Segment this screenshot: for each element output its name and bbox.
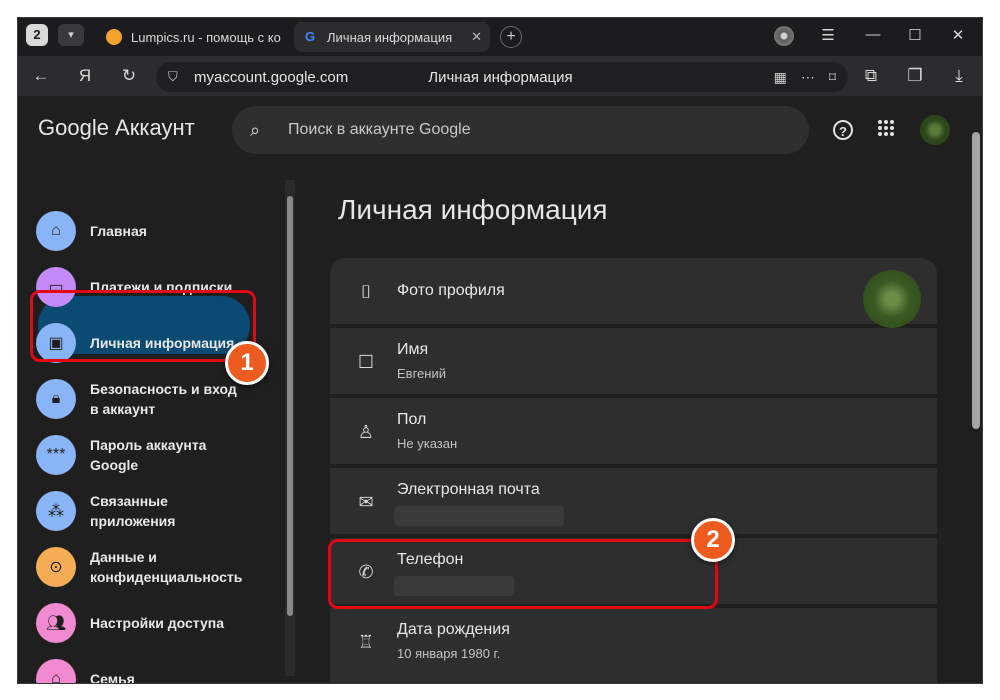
row-label: Дата рождения — [397, 621, 510, 638]
list-item-profile-photo[interactable]: ⌷ Фото профиля — [330, 258, 937, 328]
close-tab-icon[interactable]: ✕ — [471, 29, 482, 45]
tab-lumpics[interactable]: Lumpics.ru - помощь с ко — [98, 22, 284, 52]
sidebar-item-label: Пароль аккаунта Google — [90, 437, 207, 473]
camera-icon: ⌷ — [360, 282, 372, 302]
sidebar-item-label: Главная — [90, 223, 147, 239]
profile-avatar-icon[interactable] — [774, 26, 794, 46]
close-window-icon[interactable]: ✕ — [943, 26, 973, 44]
row-label: Фото профиля — [397, 282, 505, 299]
list-item-email[interactable]: ✉ Электронная почта — [330, 468, 937, 534]
sidebar-item-label: Безопасность и вход в аккаунт — [90, 381, 237, 417]
page-title-in-address: Личная информация — [428, 68, 573, 86]
chevron-down-icon[interactable]: ▾ — [58, 24, 84, 46]
tab-title: Lumpics.ru - помощь с ко — [131, 29, 281, 45]
mail-icon: ✉ — [358, 492, 374, 512]
sidebar-item-label: Семья — [90, 671, 135, 684]
bookmark-icon[interactable]: ⌑ — [829, 69, 836, 86]
download-icon[interactable]: ⤓ — [944, 66, 974, 86]
sidebar-item-label: Данные и конфиденциальность — [90, 549, 243, 585]
highlight-box-2 — [328, 539, 718, 609]
page-scroll-thumb[interactable] — [972, 132, 980, 429]
family-icon: ⌂ — [36, 659, 76, 683]
password-icon: *** — [36, 435, 76, 475]
google-favicon-icon: G — [302, 29, 318, 45]
home-icon: ⌂ — [36, 211, 76, 251]
highlight-box-1 — [30, 290, 256, 362]
cake-icon: ♖ — [357, 632, 375, 652]
row-value: Не указан — [397, 436, 458, 451]
row-label: Электронная почта — [397, 481, 540, 498]
help-icon[interactable]: ? — [833, 120, 853, 140]
url-text: myaccount.google.com — [194, 68, 349, 86]
sidebar-item-connected-apps[interactable]: ⁂ Связанные приложения — [36, 491, 256, 531]
tab-count-button[interactable]: 2 — [26, 24, 48, 46]
collections-icon[interactable]: ❐ — [900, 66, 930, 86]
sidebar-item-label: Настройки доступа — [90, 615, 225, 631]
sidebar-item-password[interactable]: *** Пароль аккаунта Google — [36, 435, 256, 475]
apps-grid-icon[interactable] — [878, 120, 894, 136]
row-label: Имя — [397, 341, 429, 358]
tab-personal-info[interactable]: G Личная информация ✕ — [294, 22, 490, 52]
search-placeholder: Поиск в аккаунте Google — [288, 121, 471, 138]
badge-icon: ☐ — [357, 352, 375, 372]
browser-window: 2 ▾ Lumpics.ru - помощь с ко G Личная ин… — [17, 17, 983, 684]
list-item-gender[interactable]: ♙ Пол Не указан — [330, 398, 937, 464]
person-icon: ♙ — [357, 422, 375, 442]
page-title: Личная информация — [338, 194, 608, 225]
sidebar-item-security[interactable]: 🔒︎ Безопасность и вход в аккаунт — [36, 379, 256, 419]
people-icon: 👥︎ — [36, 603, 76, 643]
search-input[interactable]: ⌕ Поиск в аккаунте Google — [232, 106, 809, 154]
reload-icon[interactable]: ↻ — [114, 66, 144, 86]
shield-icon: ⛉ — [168, 69, 178, 84]
address-bar[interactable]: ⛉ myaccount.google.com Личная информация… — [156, 62, 848, 92]
sidebar-item-sharing[interactable]: 👥︎ Настройки доступа — [36, 603, 256, 643]
profile-photo[interactable] — [863, 270, 921, 328]
minimize-icon[interactable]: — — [858, 26, 888, 43]
back-icon[interactable]: ← — [26, 66, 56, 86]
blurred-value — [394, 506, 564, 526]
sidebar-item-home[interactable]: ⌂ Главная — [36, 211, 256, 251]
yandex-icon[interactable]: Я — [70, 66, 100, 86]
tab-bar: 2 ▾ Lumpics.ru - помощь с ко G Личная ин… — [18, 18, 982, 56]
google-account-logo[interactable]: Google Аккаунт — [38, 115, 195, 141]
annotation-badge-2: 2 — [691, 518, 735, 562]
extensions-icon[interactable]: ⧉ — [856, 66, 886, 86]
sidebar-item-label: Связанные приложения — [90, 493, 176, 529]
list-item-name[interactable]: ☐ Имя Евгений — [330, 328, 937, 394]
lock-icon: 🔒︎ — [36, 379, 76, 419]
row-value: Евгений — [397, 366, 446, 381]
sidebar-scroll-thumb[interactable] — [287, 196, 293, 616]
row-value: 10 января 1980 г. — [397, 646, 501, 661]
list-item-birthday[interactable]: ♖ Дата рождения 10 января 1980 г. — [330, 608, 937, 683]
annotation-badge-1: 1 — [225, 341, 269, 385]
page-content: Google Аккаунт ⌕ Поиск в аккаунте Google… — [18, 96, 982, 684]
translate-icon[interactable]: ▦ — [774, 69, 787, 86]
lumpics-favicon-icon — [106, 29, 122, 45]
menu-icon[interactable]: ☰ — [813, 26, 843, 44]
tab-title: Личная информация — [327, 29, 453, 45]
search-icon: ⌕ — [250, 119, 261, 140]
row-label: Пол — [397, 411, 427, 428]
sidebar-item-data-privacy[interactable]: ⊙ Данные и конфиденциальность — [36, 547, 256, 587]
connected-apps-icon: ⁂ — [36, 491, 76, 531]
avatar[interactable] — [920, 115, 950, 145]
more-icon[interactable]: ⋯ — [801, 69, 815, 86]
sidebar-item-family[interactable]: ⌂ Семья — [36, 659, 256, 684]
new-tab-button[interactable]: + — [500, 26, 522, 48]
maximize-icon[interactable]: ☐ — [900, 26, 930, 44]
toggle-icon: ⊙ — [36, 547, 76, 587]
